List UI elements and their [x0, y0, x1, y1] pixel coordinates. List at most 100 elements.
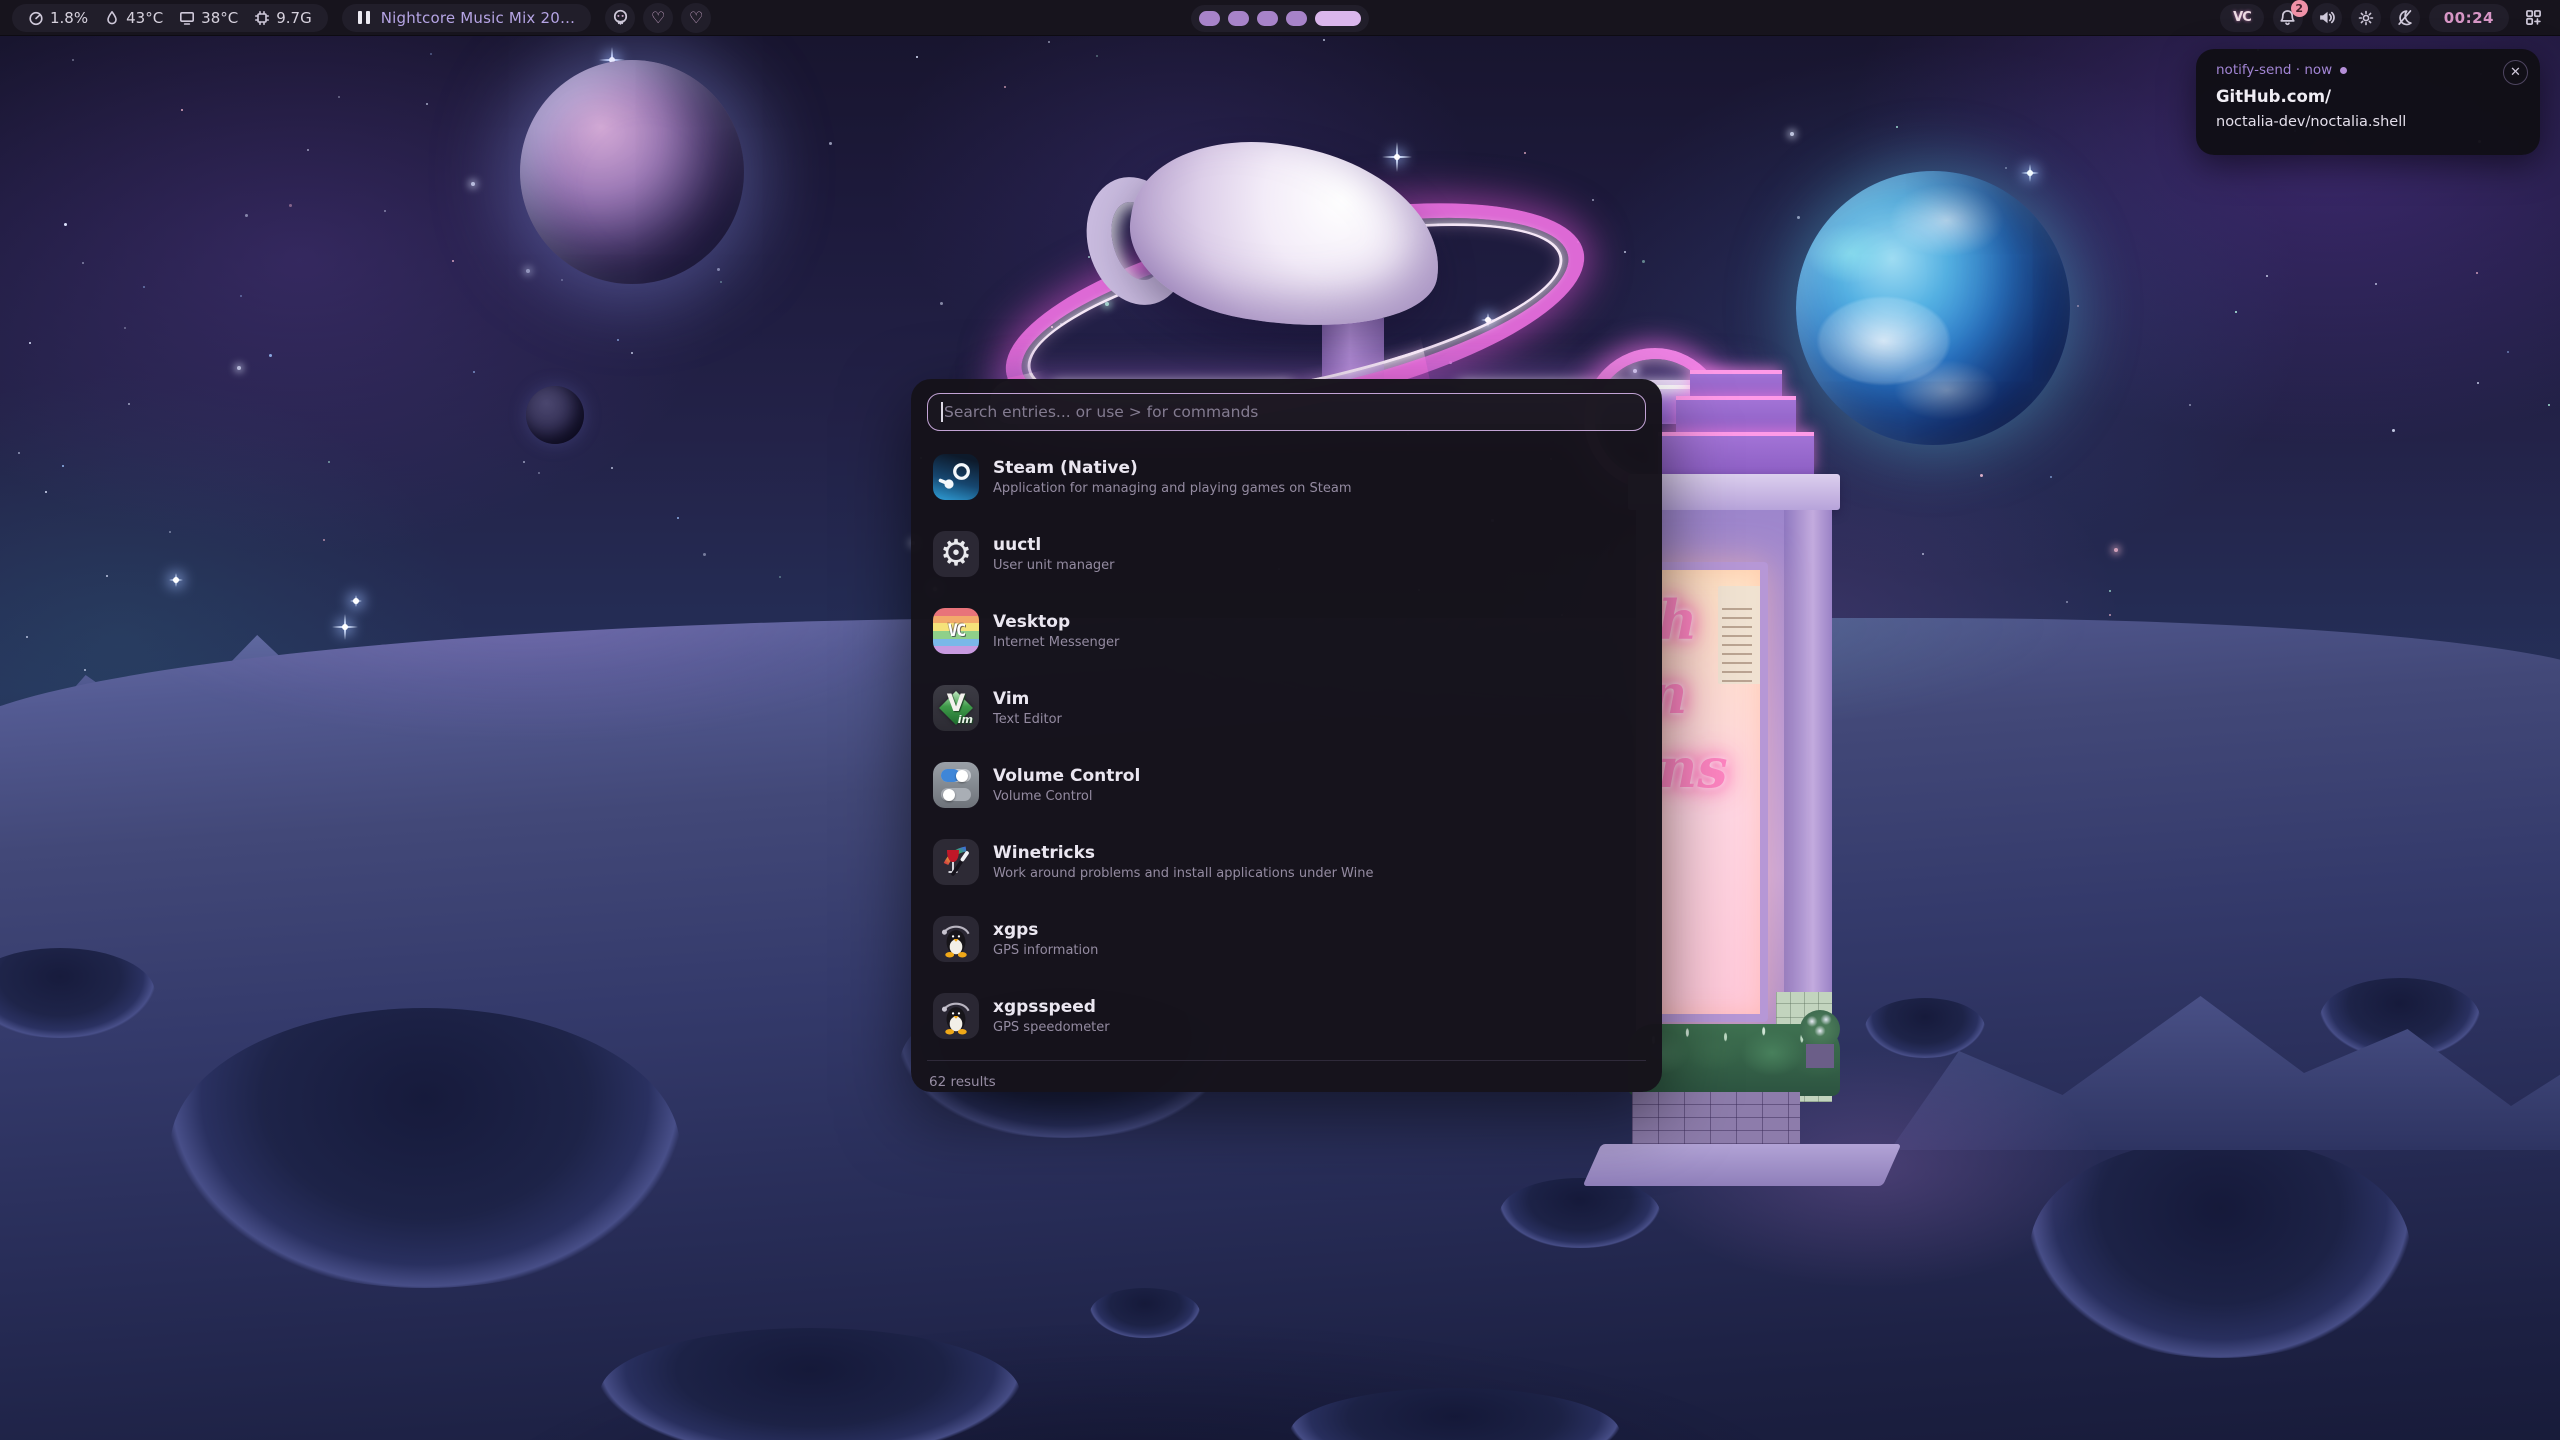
search-results-list: Steam (Native) Application for managing … [927, 444, 1646, 1060]
speaker-icon [2318, 9, 2335, 26]
launcher-result-row[interactable]: Winetricks Work around problems and inst… [927, 829, 1646, 895]
launcher-result-row[interactable]: Vim Vim Text Editor [927, 675, 1646, 741]
app-name: uuctl [993, 535, 1115, 556]
skull-icon [612, 9, 629, 26]
app-description: User unit manager [993, 558, 1115, 573]
app-description: GPS speedometer [993, 1020, 1110, 1035]
launcher-result-row[interactable]: Steam (Native) Application for managing … [927, 444, 1646, 510]
app-name: Steam (Native) [993, 458, 1352, 479]
memory-stat: 9.7G [254, 9, 311, 27]
purple-planet [520, 60, 744, 284]
workspace-4[interactable] [1286, 11, 1307, 26]
gear-icon: ⚙ [933, 531, 979, 577]
system-stats-pill[interactable]: 1.8% 43°C 38°C 9.7G [12, 4, 328, 32]
notification-title: GitHub.com/ [2216, 87, 2520, 106]
row-text: Vim Text Editor [993, 689, 1062, 727]
dashboard-button[interactable] [2518, 3, 2548, 33]
workspace-5-active[interactable] [1315, 11, 1361, 26]
heart-button[interactable]: ♡ [643, 3, 673, 33]
bright-star [350, 595, 362, 607]
launcher-result-row[interactable]: VC Vesktop Internet Messenger [927, 598, 1646, 664]
app-name: Winetricks [993, 843, 1373, 864]
workspace-2[interactable] [1228, 11, 1249, 26]
media-player-pill[interactable]: Nightcore Music Mix 20… [342, 4, 591, 32]
tray-item-vesktop[interactable]: VC [2220, 4, 2264, 32]
steam-icon [933, 454, 979, 500]
moon-slash-icon [2396, 9, 2413, 26]
launcher-result-row[interactable]: Volume Control Volume Control [927, 752, 1646, 818]
bar-right: VC 2 [2220, 3, 2548, 33]
close-button[interactable]: ✕ [2503, 60, 2528, 85]
roof-step [1690, 370, 1782, 396]
clock-value: 00:24 [2444, 9, 2494, 27]
pilaster [1784, 510, 1832, 1070]
vesktop-icon: VC [933, 608, 979, 654]
temp-value: 43°C [126, 9, 163, 27]
neon-letter: ns [1658, 736, 1728, 800]
row-text: xgps GPS information [993, 920, 1098, 958]
memory-value: 9.7G [276, 9, 311, 27]
app-description: GPS information [993, 943, 1098, 958]
cpu-value: 1.8% [50, 9, 88, 27]
row-text: Volume Control Volume Control [993, 766, 1140, 804]
text-caret [941, 402, 943, 422]
launcher-result-row[interactable]: xgps GPS information [927, 906, 1646, 972]
volume-button[interactable] [2312, 3, 2342, 33]
roof-step [1658, 432, 1814, 474]
launcher-footer: 62 results [927, 1060, 1646, 1092]
clock[interactable]: 00:24 [2429, 4, 2509, 32]
bright-star [2021, 164, 2039, 182]
app-description: Application for managing and playing gam… [993, 481, 1352, 496]
crater [0, 948, 155, 1038]
app-launcher: Steam (Native) Application for managing … [911, 379, 1662, 1092]
brick-planter [1632, 1092, 1800, 1144]
grid-plus-icon [2525, 9, 2542, 26]
notification-app-time: notify-send · now [2216, 62, 2332, 78]
sun-icon [2358, 10, 2374, 26]
media-title: Nightcore Music Mix 20… [381, 9, 575, 27]
notification-popup[interactable]: notify-send · now ✕ GitHub.com/ noctalia… [2196, 49, 2540, 155]
crater [170, 1008, 680, 1288]
search-input[interactable] [927, 393, 1646, 431]
heart-icon: ♡ [651, 10, 665, 26]
workspace-1[interactable] [1199, 11, 1220, 26]
launcher-result-row[interactable]: ⚙ uuctl User unit manager [927, 521, 1646, 587]
brightness-button[interactable] [2351, 3, 2381, 33]
idle-inhibit-button[interactable] [2390, 3, 2420, 33]
vim-icon: Vim [933, 685, 979, 731]
roof-step [1676, 396, 1796, 432]
notification-header: notify-send · now [2216, 62, 2520, 78]
top-bar: 1.8% 43°C 38°C 9.7G Nightcore Music Mix … [0, 0, 2560, 36]
crater [1090, 1288, 1200, 1338]
unread-dot [2340, 67, 2347, 74]
heart-button[interactable]: ♡ [681, 3, 711, 33]
small-planet [526, 386, 584, 444]
bright-star [169, 573, 183, 587]
row-text: Winetricks Work around problems and inst… [993, 843, 1373, 881]
cpu-stat: 1.8% [28, 9, 88, 27]
app-name: xgps [993, 920, 1098, 941]
workspace-3[interactable] [1257, 11, 1278, 26]
bright-star [332, 614, 358, 640]
app-description: Work around problems and install applica… [993, 866, 1373, 881]
walkway [1583, 1144, 1902, 1186]
gpu-temp-value: 38°C [201, 9, 238, 27]
skull-button[interactable] [605, 3, 635, 33]
flower-pot [1800, 1010, 1840, 1068]
launcher-result-row[interactable]: xgpsspeed GPS speedometer [927, 983, 1646, 1049]
display-icon [179, 10, 195, 26]
menu-poster [1718, 586, 1764, 684]
chip-icon [254, 10, 270, 26]
row-text: Steam (Native) Application for managing … [993, 458, 1352, 496]
gpu-temp-stat: 38°C [179, 9, 238, 27]
close-icon: ✕ [2510, 65, 2521, 80]
app-name: Vim [993, 689, 1062, 710]
volume-sliders-icon [933, 762, 979, 808]
pause-icon [358, 11, 370, 24]
tux-gps-icon [933, 993, 979, 1039]
app-description: Volume Control [993, 789, 1140, 804]
search-wrap [927, 393, 1646, 431]
notifications-button-wrap: 2 [2273, 3, 2303, 33]
app-name: xgpsspeed [993, 997, 1110, 1018]
app-description: Internet Messenger [993, 635, 1119, 650]
